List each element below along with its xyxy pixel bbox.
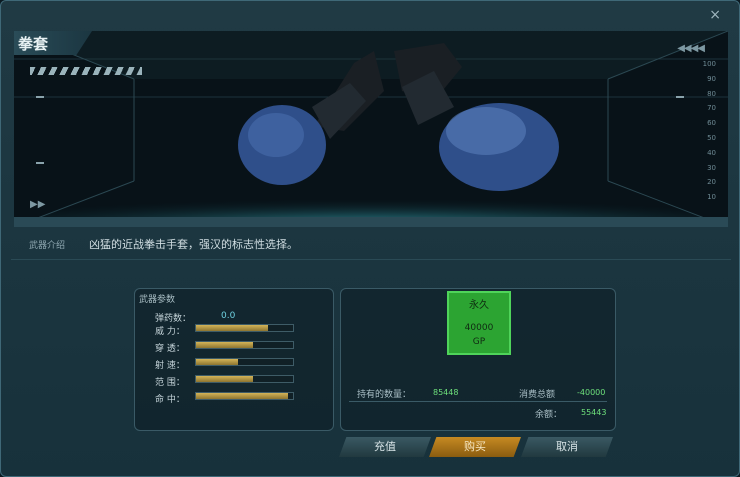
left-arrows-icon: ▶▶ [30,199,46,210]
scale-mark: 20 [707,178,716,187]
stat-bar-fill [196,359,238,365]
owned-cost-row: 持有的数量： 85448 消费总额 -40000 [349,387,607,402]
balance-label: 余额： [535,410,563,420]
stat-label-range: 范 围： [155,378,185,388]
stat-bar-power [195,324,294,332]
option-price: 40000 [464,323,494,333]
scale-mark: 70 [707,104,716,113]
stat-bar-accuracy [195,392,294,400]
owned-value: 85448 [433,388,459,397]
item-preview: 拳套 ▶▶ ◀◀◀◀ 100 90 80 70 60 50 40 30 20 1… [14,31,728,227]
option-price-block: 40000 GP [449,321,509,349]
stat-label-penetration: 穿 透： [155,344,185,354]
hatch-decoration [30,67,142,75]
owned-label: 持有的数量： [357,390,412,400]
close-icon[interactable]: × [709,7,721,23]
cancel-button[interactable]: 取消 [521,437,613,457]
scale-mark: 30 [707,163,716,172]
scale-ruler: 100 90 80 70 60 50 40 30 20 10 [702,57,716,205]
description-text: 凶猛的近战拳击手套，强汉的标志性选择。 [89,238,298,251]
scale-mark: 80 [707,89,716,98]
purchase-option-permanent[interactable]: 永久 40000 GP [447,291,511,355]
stat-bar-fill [196,325,268,331]
right-arrows-icon: ◀◀◀◀ [677,43,705,54]
stat-bar-range [195,375,294,383]
balance-value: 55443 [581,408,607,417]
balance-row: 余额： 55443 [349,407,607,421]
page-title: 拳套 [18,35,49,53]
scale-mark: 10 [707,193,716,202]
scale-mark: 100 [702,60,716,68]
purchase-panel: 永久 40000 GP 持有的数量： 85448 消费总额 -40000 余额：… [340,288,616,431]
stat-label-rate: 射 速： [155,361,185,371]
option-name: 永久 [469,300,489,311]
scale-mark: 90 [707,74,716,83]
divider [11,259,731,260]
gloves-image [238,43,559,191]
stat-label-ammo: 弹药数： [155,314,192,324]
stat-value-ammo: 0.0 [221,311,236,321]
stat-bar-fill [196,393,289,399]
preview-bottom-strip [14,217,728,227]
stat-bar-fill [196,342,254,348]
option-currency: GP [472,337,486,347]
scale-mark: 40 [707,148,716,157]
purchase-window: × 拳套 ▶▶ ◀◀◀◀ 100 90 80 70 60 50 40 30 20… [0,0,740,477]
stat-bar-fill [196,376,254,382]
stat-bar-rate [195,358,294,366]
recharge-button[interactable]: 充值 [339,437,431,457]
stats-panel: 武器参数 弹药数： 0.0 威 力： 穿 透： 射 速： 范 围： 命 中： [134,288,334,431]
buy-button[interactable]: 购买 [429,437,521,457]
cost-label: 消费总额 [519,390,556,400]
scale-mark: 60 [707,119,716,128]
stat-bar-penetration [195,341,294,349]
cost-value: -40000 [577,388,606,397]
scale-mark: 50 [707,133,716,142]
stats-title: 武器参数 [139,295,176,305]
stat-label-accuracy: 命 中： [155,395,185,405]
stat-label-power: 威 力： [155,327,185,337]
description-label: 武器介绍 [29,241,66,251]
